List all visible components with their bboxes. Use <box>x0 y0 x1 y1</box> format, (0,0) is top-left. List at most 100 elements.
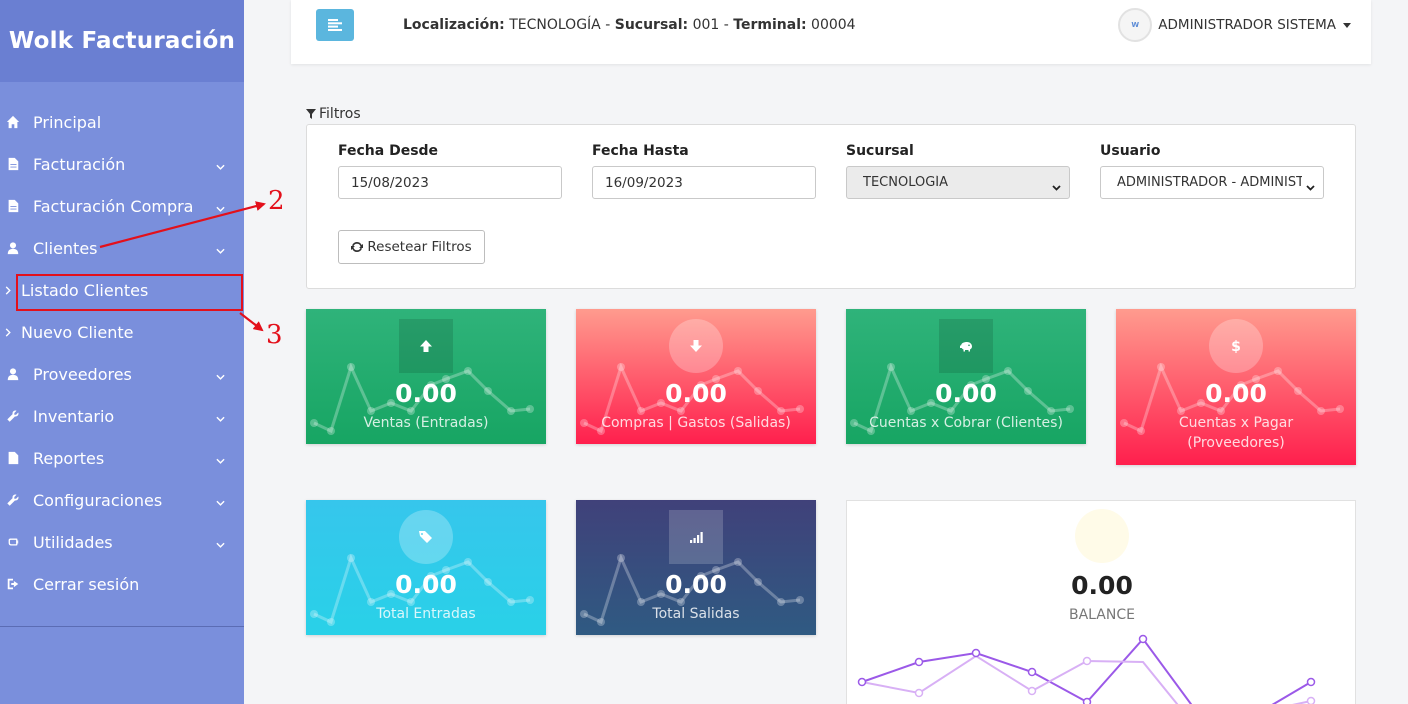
branch-label: Sucursal: <box>614 17 689 33</box>
date-from-input[interactable] <box>338 166 562 199</box>
chevron-down-icon <box>216 492 225 506</box>
sidebar-item-inventario[interactable]: Inventario <box>0 395 244 437</box>
balance-card: 0.00 BALANCE <box>846 500 1356 704</box>
stat-card-ventas: 0.00 Ventas (Entradas) <box>306 309 546 444</box>
user-icon <box>5 367 21 381</box>
balance-point <box>914 688 924 698</box>
balance-line-primary <box>861 637 1312 704</box>
stat-card-cuentas-cobrar: 0.00 Cuentas x Cobrar (Clientes) <box>846 309 1086 444</box>
balance-point <box>1027 686 1037 696</box>
chevron-right-icon <box>5 285 11 295</box>
sidebar-item-principal[interactable]: Principal <box>0 101 244 143</box>
sidebar-item-label: Configuraciones <box>33 490 163 510</box>
branch-select[interactable]: TECNOLOGÍA <box>846 166 1070 199</box>
balance-point <box>1082 656 1092 666</box>
annotation-label-2: 2 <box>268 186 285 216</box>
align-left-icon <box>328 19 342 31</box>
balance-point <box>914 657 924 667</box>
sparkline-point <box>734 367 742 375</box>
arrow-down-icon <box>669 319 723 373</box>
signal-icon <box>669 510 723 564</box>
stat-card-total-entradas: 0.00 Total Entradas <box>306 500 546 635</box>
sidebar-item-clientes[interactable]: Clientes <box>0 227 244 269</box>
sparkline-point <box>1157 363 1165 371</box>
stat-caption: Compras | Gastos (Salidas) <box>601 415 791 431</box>
sidebar-item-label: Clientes <box>33 238 98 258</box>
sparkline-point <box>347 554 355 562</box>
stat-card-compras: 0.00 Compras | Gastos (Salidas) <box>576 309 816 444</box>
stat-caption: Total Entradas <box>376 606 476 622</box>
sidebar-item-configuraciones[interactable]: Configuraciones <box>0 479 244 521</box>
balance-point <box>1306 696 1316 704</box>
separator: - <box>605 17 611 33</box>
filter-icon <box>306 109 316 119</box>
sparkline-point <box>734 558 742 566</box>
sidebar-divider <box>0 626 244 627</box>
stat-caption: Total Salidas <box>652 606 740 622</box>
stat-value: 0.00 <box>1205 379 1267 408</box>
reset-filters-button[interactable]: Resetear Filtros <box>338 230 485 264</box>
sidebar-item-facturacion[interactable]: Facturación <box>0 143 244 185</box>
balance-point <box>971 648 981 658</box>
balance-chart <box>857 634 1316 704</box>
caret-down-icon <box>1343 22 1351 28</box>
filters-panel: Fecha Desde Fecha Hasta Sucursal TECNOLO… <box>306 124 1356 289</box>
sidebar-item-label: Cerrar sesión <box>33 574 140 594</box>
file-icon <box>5 451 21 465</box>
stat-value: 0.00 <box>935 379 997 408</box>
hand-icon <box>5 535 21 549</box>
balance-point <box>1138 634 1148 644</box>
sidebar-subitem-nuevo-cliente[interactable]: Nuevo Cliente <box>0 311 244 353</box>
chevron-down-icon <box>216 198 225 212</box>
stat-caption: Ventas (Entradas) <box>363 415 489 431</box>
balance-point <box>857 677 867 687</box>
chevron-down-icon <box>216 450 225 464</box>
filters-heading: Filtros <box>306 106 361 122</box>
sidebar-toggle-button[interactable] <box>316 9 354 41</box>
file-icon <box>5 199 21 213</box>
dollar-icon: $ <box>1209 319 1263 373</box>
piggy-bank-icon <box>939 319 993 373</box>
sidebar-item-label: Facturación Compra <box>33 196 194 216</box>
balance-point <box>1082 697 1092 704</box>
stat-card-cuentas-pagar: $ 0.00 Cuentas x Pagar (Proveedores) <box>1116 309 1356 465</box>
stat-value: 0.00 <box>395 379 457 408</box>
refresh-icon <box>351 241 364 253</box>
wrench-icon <box>5 493 21 507</box>
user-select-value: ADMINISTRADOR - ADMINISTRADOR SISTEMA <box>1117 175 1302 190</box>
sidebar-item-label: Nuevo Cliente <box>21 322 134 342</box>
sparkline-point <box>464 558 472 566</box>
user-icon <box>5 241 21 255</box>
chevron-right-icon <box>5 327 11 337</box>
sparkline-point <box>617 363 625 371</box>
sparkline-point <box>617 554 625 562</box>
sidebar-item-label: Inventario <box>33 406 115 426</box>
location-info: Localización: TECNOLOGÍA - Sucursal: 001… <box>403 17 856 33</box>
sidebar-item-cerrar-sesion[interactable]: Cerrar sesión <box>0 563 244 605</box>
sparkline-point <box>1274 367 1282 375</box>
stat-value: 0.00 <box>395 570 457 599</box>
user-select[interactable]: ADMINISTRADOR - ADMINISTRADOR SISTEMA <box>1100 166 1324 199</box>
chevron-down-icon <box>216 534 225 548</box>
sidebar: Wolk Facturación Principal Facturación F… <box>0 0 244 704</box>
annotation-highlight-box <box>16 274 243 311</box>
stat-caption: Cuentas x Pagar (Proveedores) <box>1178 415 1294 451</box>
chevron-down-icon <box>216 408 225 422</box>
date-to-input[interactable] <box>592 166 816 199</box>
file-icon <box>5 157 21 171</box>
stat-card-total-salidas: 0.00 Total Salidas <box>576 500 816 635</box>
home-icon <box>5 115 21 129</box>
sidebar-item-facturacion-compra[interactable]: Facturación Compra <box>0 185 244 227</box>
annotation-label-3: 3 <box>266 320 283 350</box>
sidebar-item-utilidades[interactable]: Utilidades <box>0 521 244 563</box>
chevron-down-icon <box>1306 180 1315 195</box>
sidebar-item-label: Utilidades <box>33 532 113 552</box>
user-menu[interactable]: W ADMINISTRADOR SISTEMA <box>1118 8 1351 42</box>
location-label: Localización: <box>403 17 505 33</box>
sidebar-item-proveedores[interactable]: Proveedores <box>0 353 244 395</box>
sidebar-item-reportes[interactable]: Reportes <box>0 437 244 479</box>
wrench-icon <box>5 409 21 423</box>
sidebar-item-label: Facturación <box>33 154 126 174</box>
branch-select-value: TECNOLOGÍA <box>863 175 949 190</box>
sidebar-item-label: Proveedores <box>33 364 132 384</box>
